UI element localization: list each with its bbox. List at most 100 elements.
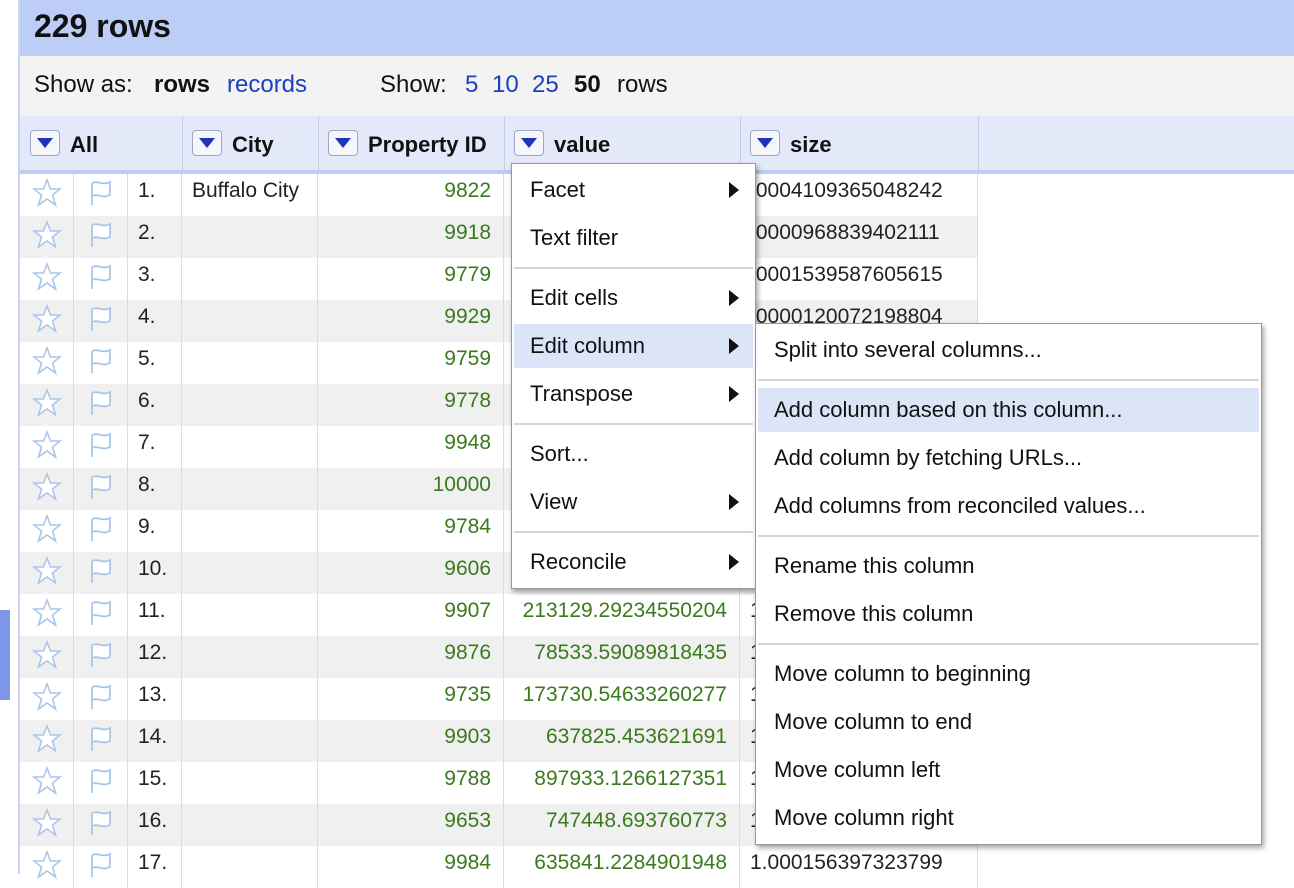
cell-city[interactable] — [182, 720, 318, 762]
cell-property-id[interactable]: 9907 — [318, 594, 504, 636]
star-icon[interactable] — [20, 636, 74, 678]
submenu-item-add-reconciled[interactable]: Add columns from reconciled values... — [758, 484, 1259, 528]
star-icon[interactable] — [20, 384, 74, 426]
flag-icon[interactable] — [74, 510, 128, 552]
cell-property-id[interactable]: 9784 — [318, 510, 504, 552]
page-size-25[interactable]: 25 — [532, 71, 559, 99]
star-icon[interactable] — [20, 174, 74, 216]
cell-city[interactable] — [182, 468, 318, 510]
cell-city[interactable] — [182, 846, 318, 888]
cell-size[interactable]: .0000968839402111 — [740, 216, 978, 258]
flag-icon[interactable] — [74, 552, 128, 594]
submenu-item-move-right[interactable]: Move column right — [758, 796, 1259, 840]
cell-city[interactable] — [182, 510, 318, 552]
cell-property-id[interactable]: 9929 — [318, 300, 504, 342]
submenu-item-rename[interactable]: Rename this column — [758, 544, 1259, 588]
cell-size[interactable]: 1.000156397323799 — [740, 846, 978, 888]
cell-property-id[interactable]: 9735 — [318, 678, 504, 720]
cell-city[interactable] — [182, 552, 318, 594]
cell-value[interactable]: 78533.59089818435 — [504, 636, 740, 678]
cell-city[interactable]: Buffalo City — [182, 174, 318, 216]
star-icon[interactable] — [20, 804, 74, 846]
value-column-dropdown[interactable] — [514, 130, 544, 156]
page-size-10[interactable]: 10 — [492, 71, 519, 99]
cell-property-id[interactable]: 9779 — [318, 258, 504, 300]
cell-property-id[interactable]: 9948 — [318, 426, 504, 468]
cell-city[interactable] — [182, 804, 318, 846]
flag-icon[interactable] — [74, 174, 128, 216]
cell-city[interactable] — [182, 216, 318, 258]
cell-value[interactable]: 897933.1266127351 — [504, 762, 740, 804]
star-icon[interactable] — [20, 720, 74, 762]
cell-property-id[interactable]: 9876 — [318, 636, 504, 678]
menu-item-sort[interactable]: Sort... — [514, 432, 753, 476]
menu-item-text-filter[interactable]: Text filter — [514, 216, 753, 260]
city-column-dropdown[interactable] — [192, 130, 222, 156]
flag-icon[interactable] — [74, 468, 128, 510]
menu-item-transpose[interactable]: Transpose — [514, 372, 753, 416]
star-icon[interactable] — [20, 594, 74, 636]
menu-item-facet[interactable]: Facet — [514, 168, 753, 212]
flag-icon[interactable] — [74, 300, 128, 342]
cell-size[interactable]: .0001539587605615 — [740, 258, 978, 300]
flag-icon[interactable] — [74, 846, 128, 888]
cell-city[interactable] — [182, 678, 318, 720]
menu-item-view[interactable]: View — [514, 480, 753, 524]
cell-property-id[interactable]: 9653 — [318, 804, 504, 846]
submenu-item-add-based[interactable]: Add column based on this column... — [758, 388, 1259, 432]
flag-icon[interactable] — [74, 426, 128, 468]
cell-value[interactable]: 213129.29234550204 — [504, 594, 740, 636]
star-icon[interactable] — [20, 552, 74, 594]
cell-city[interactable] — [182, 762, 318, 804]
flag-icon[interactable] — [74, 720, 128, 762]
star-icon[interactable] — [20, 258, 74, 300]
cell-city[interactable] — [182, 300, 318, 342]
cell-city[interactable] — [182, 384, 318, 426]
star-icon[interactable] — [20, 468, 74, 510]
cell-property-id[interactable]: 9918 — [318, 216, 504, 258]
cell-property-id[interactable]: 9822 — [318, 174, 504, 216]
submenu-item-move-begin[interactable]: Move column to beginning — [758, 652, 1259, 696]
cell-property-id[interactable]: 9903 — [318, 720, 504, 762]
flag-icon[interactable] — [74, 678, 128, 720]
property-id-column-dropdown[interactable] — [328, 130, 358, 156]
star-icon[interactable] — [20, 762, 74, 804]
flag-icon[interactable] — [74, 216, 128, 258]
flag-icon[interactable] — [74, 342, 128, 384]
star-icon[interactable] — [20, 342, 74, 384]
all-column-dropdown[interactable] — [30, 130, 60, 156]
flag-icon[interactable] — [74, 594, 128, 636]
left-panel-tab[interactable] — [0, 610, 10, 700]
flag-icon[interactable] — [74, 804, 128, 846]
star-icon[interactable] — [20, 300, 74, 342]
star-icon[interactable] — [20, 426, 74, 468]
flag-icon[interactable] — [74, 258, 128, 300]
menu-item-edit-cells[interactable]: Edit cells — [514, 276, 753, 320]
submenu-item-remove[interactable]: Remove this column — [758, 592, 1259, 636]
cell-value[interactable]: 637825.453621691 — [504, 720, 740, 762]
star-icon[interactable] — [20, 510, 74, 552]
submenu-item-split[interactable]: Split into several columns... — [758, 328, 1259, 372]
star-icon[interactable] — [20, 216, 74, 258]
cell-property-id[interactable]: 9788 — [318, 762, 504, 804]
cell-property-id[interactable]: 9778 — [318, 384, 504, 426]
records-mode-link[interactable]: records — [227, 71, 307, 99]
submenu-item-move-left[interactable]: Move column left — [758, 748, 1259, 792]
cell-value[interactable]: 747448.693760773 — [504, 804, 740, 846]
flag-icon[interactable] — [74, 762, 128, 804]
size-column-dropdown[interactable] — [750, 130, 780, 156]
cell-city[interactable] — [182, 258, 318, 300]
menu-item-edit-column[interactable]: Edit column — [514, 324, 753, 368]
page-size-5[interactable]: 5 — [465, 71, 478, 99]
cell-property-id[interactable]: 10000 — [318, 468, 504, 510]
star-icon[interactable] — [20, 846, 74, 888]
cell-property-id[interactable]: 9606 — [318, 552, 504, 594]
cell-property-id[interactable]: 9759 — [318, 342, 504, 384]
flag-icon[interactable] — [74, 384, 128, 426]
submenu-item-move-end[interactable]: Move column to end — [758, 700, 1259, 744]
star-icon[interactable] — [20, 678, 74, 720]
flag-icon[interactable] — [74, 636, 128, 678]
cell-city[interactable] — [182, 342, 318, 384]
cell-value[interactable]: 173730.54633260277 — [504, 678, 740, 720]
cell-city[interactable] — [182, 426, 318, 468]
